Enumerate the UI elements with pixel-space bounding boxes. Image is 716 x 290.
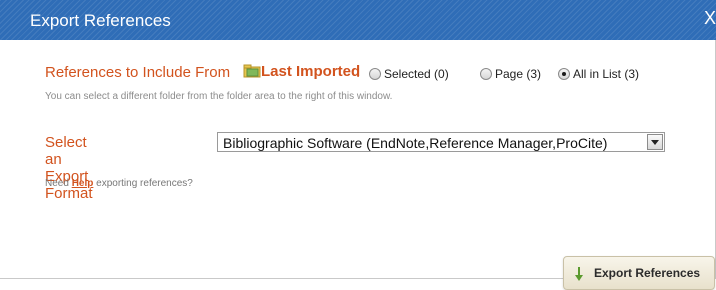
radio-page-label[interactable]: Page (3) [495, 67, 541, 81]
export-references-dialog: Export References X References to Includ… [0, 0, 716, 290]
export-format-value: Bibliographic Software (EndNote,Referenc… [223, 135, 608, 151]
radio-selected[interactable] [369, 68, 381, 80]
down-arrow-icon [575, 267, 583, 281]
radio-all-in-list-label[interactable]: All in List (3) [573, 67, 639, 81]
radio-checked-dot [562, 72, 566, 76]
radio-all-in-list[interactable] [558, 68, 570, 80]
help-prefix: Need [45, 178, 69, 189]
folder-colon: : [356, 64, 361, 81]
help-suffix: exporting references? [96, 178, 193, 189]
folder-icon [243, 64, 261, 78]
export-format-label: Select an Export Format [45, 134, 93, 202]
export-references-button[interactable]: Export References [563, 256, 715, 290]
references-include-row: References to Include From Last Imported… [45, 63, 639, 84]
radio-page[interactable] [480, 68, 492, 80]
dropdown-arrow-button[interactable] [647, 134, 663, 150]
folder-hint: You can select a different folder from t… [45, 91, 393, 102]
dialog-titlebar: Export References X [0, 0, 716, 40]
close-button[interactable]: X [704, 8, 716, 29]
radio-selected-label[interactable]: Selected (0) [384, 67, 449, 81]
help-text: Need Help exporting references? [45, 178, 193, 189]
export-format-select[interactable]: Bibliographic Software (EndNote,Referenc… [217, 132, 665, 152]
folder-name[interactable]: Last Imported [261, 63, 360, 80]
chevron-down-icon [651, 140, 659, 145]
help-link[interactable]: Help [72, 178, 94, 189]
export-references-label: Export References [594, 266, 701, 280]
dialog-title: Export References [30, 11, 171, 30]
references-include-label: References to Include From [45, 64, 231, 81]
